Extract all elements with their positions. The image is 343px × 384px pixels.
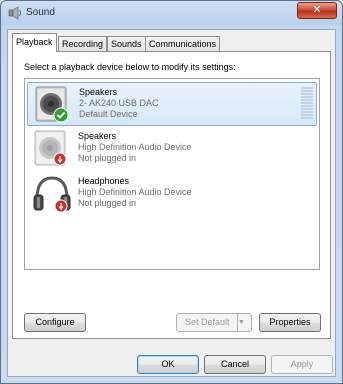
unplugged-icon xyxy=(53,152,67,166)
tab-sounds[interactable]: Sounds xyxy=(107,36,146,51)
set-default-button[interactable]: Set Default ▼ xyxy=(176,313,252,332)
tab-communications[interactable]: Communications xyxy=(145,36,221,51)
title-bar[interactable]: Sound ✕ xyxy=(1,1,342,25)
device-status: Default Device xyxy=(79,109,138,119)
ok-button[interactable]: OK xyxy=(137,355,199,374)
close-button[interactable]: ✕ xyxy=(297,2,337,19)
volume-level-meter xyxy=(301,87,313,121)
instruction-text: Select a playback device below to modify… xyxy=(24,62,236,72)
playback-panel: Select a playback device below to modify… xyxy=(12,51,331,339)
sound-icon xyxy=(8,6,21,20)
set-default-label: Set Default xyxy=(185,317,230,327)
chevron-down-icon[interactable]: ▼ xyxy=(237,314,251,331)
configure-button[interactable]: Configure xyxy=(24,313,86,332)
speaker-icon xyxy=(35,86,69,123)
device-name: Speakers xyxy=(79,87,118,97)
default-check-icon xyxy=(53,107,69,123)
device-description: High Definition Audio Device xyxy=(78,187,192,197)
device-description: High Definition Audio Device xyxy=(78,142,192,152)
device-name: Headphones xyxy=(78,176,130,186)
device-item-headphones-hda[interactable]: Headphones High Definition Audio Device … xyxy=(27,172,317,216)
sound-dialog: Sound ✕ Playback Recording Sounds Commun… xyxy=(0,0,343,384)
cancel-button[interactable]: Cancel xyxy=(204,355,266,374)
speaker-icon xyxy=(34,130,67,166)
device-status: Not plugged in xyxy=(78,198,137,208)
apply-button[interactable]: Apply xyxy=(271,355,333,374)
device-status: Not plugged in xyxy=(78,153,137,163)
device-description: 2- AK240 USB DAC xyxy=(79,98,159,108)
device-name: Speakers xyxy=(78,131,117,141)
properties-button[interactable]: Properties xyxy=(259,313,321,332)
dialog-client-area: Playback Recording Sounds Communications… xyxy=(7,29,336,377)
device-item-speakers-ak240[interactable]: Speakers 2- AK240 USB DAC Default Device xyxy=(27,82,317,126)
tab-playback[interactable]: Playback xyxy=(12,33,57,52)
unplugged-icon xyxy=(54,199,68,213)
window-title: Sound xyxy=(26,7,55,18)
tab-recording[interactable]: Recording xyxy=(58,36,108,51)
headphones-icon xyxy=(33,176,71,213)
device-item-speakers-hda[interactable]: Speakers High Definition Audio Device No… xyxy=(27,127,317,171)
playback-device-list[interactable]: Speakers 2- AK240 USB DAC Default Device xyxy=(24,78,320,270)
